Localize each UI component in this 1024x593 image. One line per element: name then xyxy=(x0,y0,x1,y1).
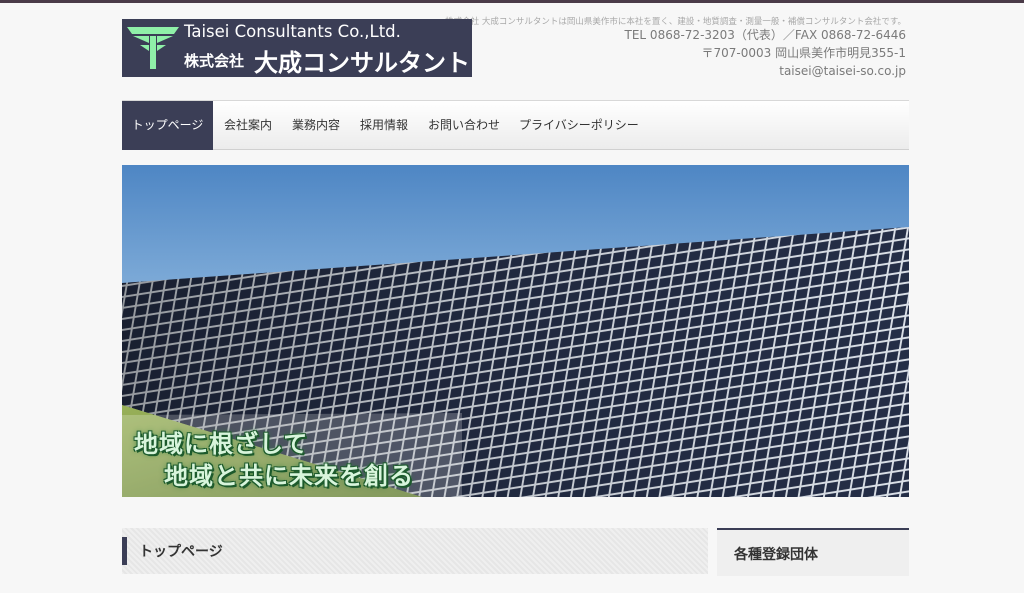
hero-heading-line2: 地域と共に未来を創る xyxy=(164,462,414,490)
nav-item-privacy[interactable]: プライバシーポリシー xyxy=(519,101,639,150)
nav-item-company[interactable]: 会社案内 xyxy=(224,101,272,150)
hero-heading-line1: 地域に根ざして xyxy=(134,430,309,458)
nav-item-top[interactable]: トップページ xyxy=(122,101,213,150)
site-logo[interactable]: Taisei Consultants Co.,Ltd. 株式会社 大成コンサルタ… xyxy=(122,19,472,77)
heading-accent-bar xyxy=(122,537,127,565)
address: 〒707-0003 岡山県美作市明見355-1 xyxy=(701,46,906,60)
main-section-heading: トップページ xyxy=(122,528,708,574)
logo-company-name: 大成コンサルタント xyxy=(254,48,470,77)
email-link[interactable]: taisei@taisei-so.co.jp xyxy=(625,62,906,80)
main-section-title: トップページ xyxy=(139,544,223,560)
nav-item-contact[interactable]: お問い合わせ xyxy=(428,101,500,150)
contact-info: TEL 0868-72-3203（代表）／FAX 0868-72-6446 〒7… xyxy=(625,26,906,80)
logo-english-name: Taisei Consultants Co.,Ltd. xyxy=(184,22,401,41)
sidebar-heading: 各種登録団体 xyxy=(717,528,909,576)
sidebar-title: 各種登録団体 xyxy=(734,547,818,563)
logo-company-prefix: 株式会社 xyxy=(184,52,245,70)
hero-banner: 地域に根ざして 地域と共に未来を創る xyxy=(122,165,909,497)
nav-item-services[interactable]: 業務内容 xyxy=(292,101,340,150)
tel-fax: TEL 0868-72-3203（代表）／FAX 0868-72-6446 xyxy=(624,28,906,42)
tree-logo-icon xyxy=(127,27,179,69)
nav-item-recruit[interactable]: 採用情報 xyxy=(360,101,408,150)
top-accent-line xyxy=(0,0,1024,3)
main-nav: トップページ 会社案内 業務内容 採用情報 お問い合わせ プライバシーポリシー xyxy=(122,100,909,150)
